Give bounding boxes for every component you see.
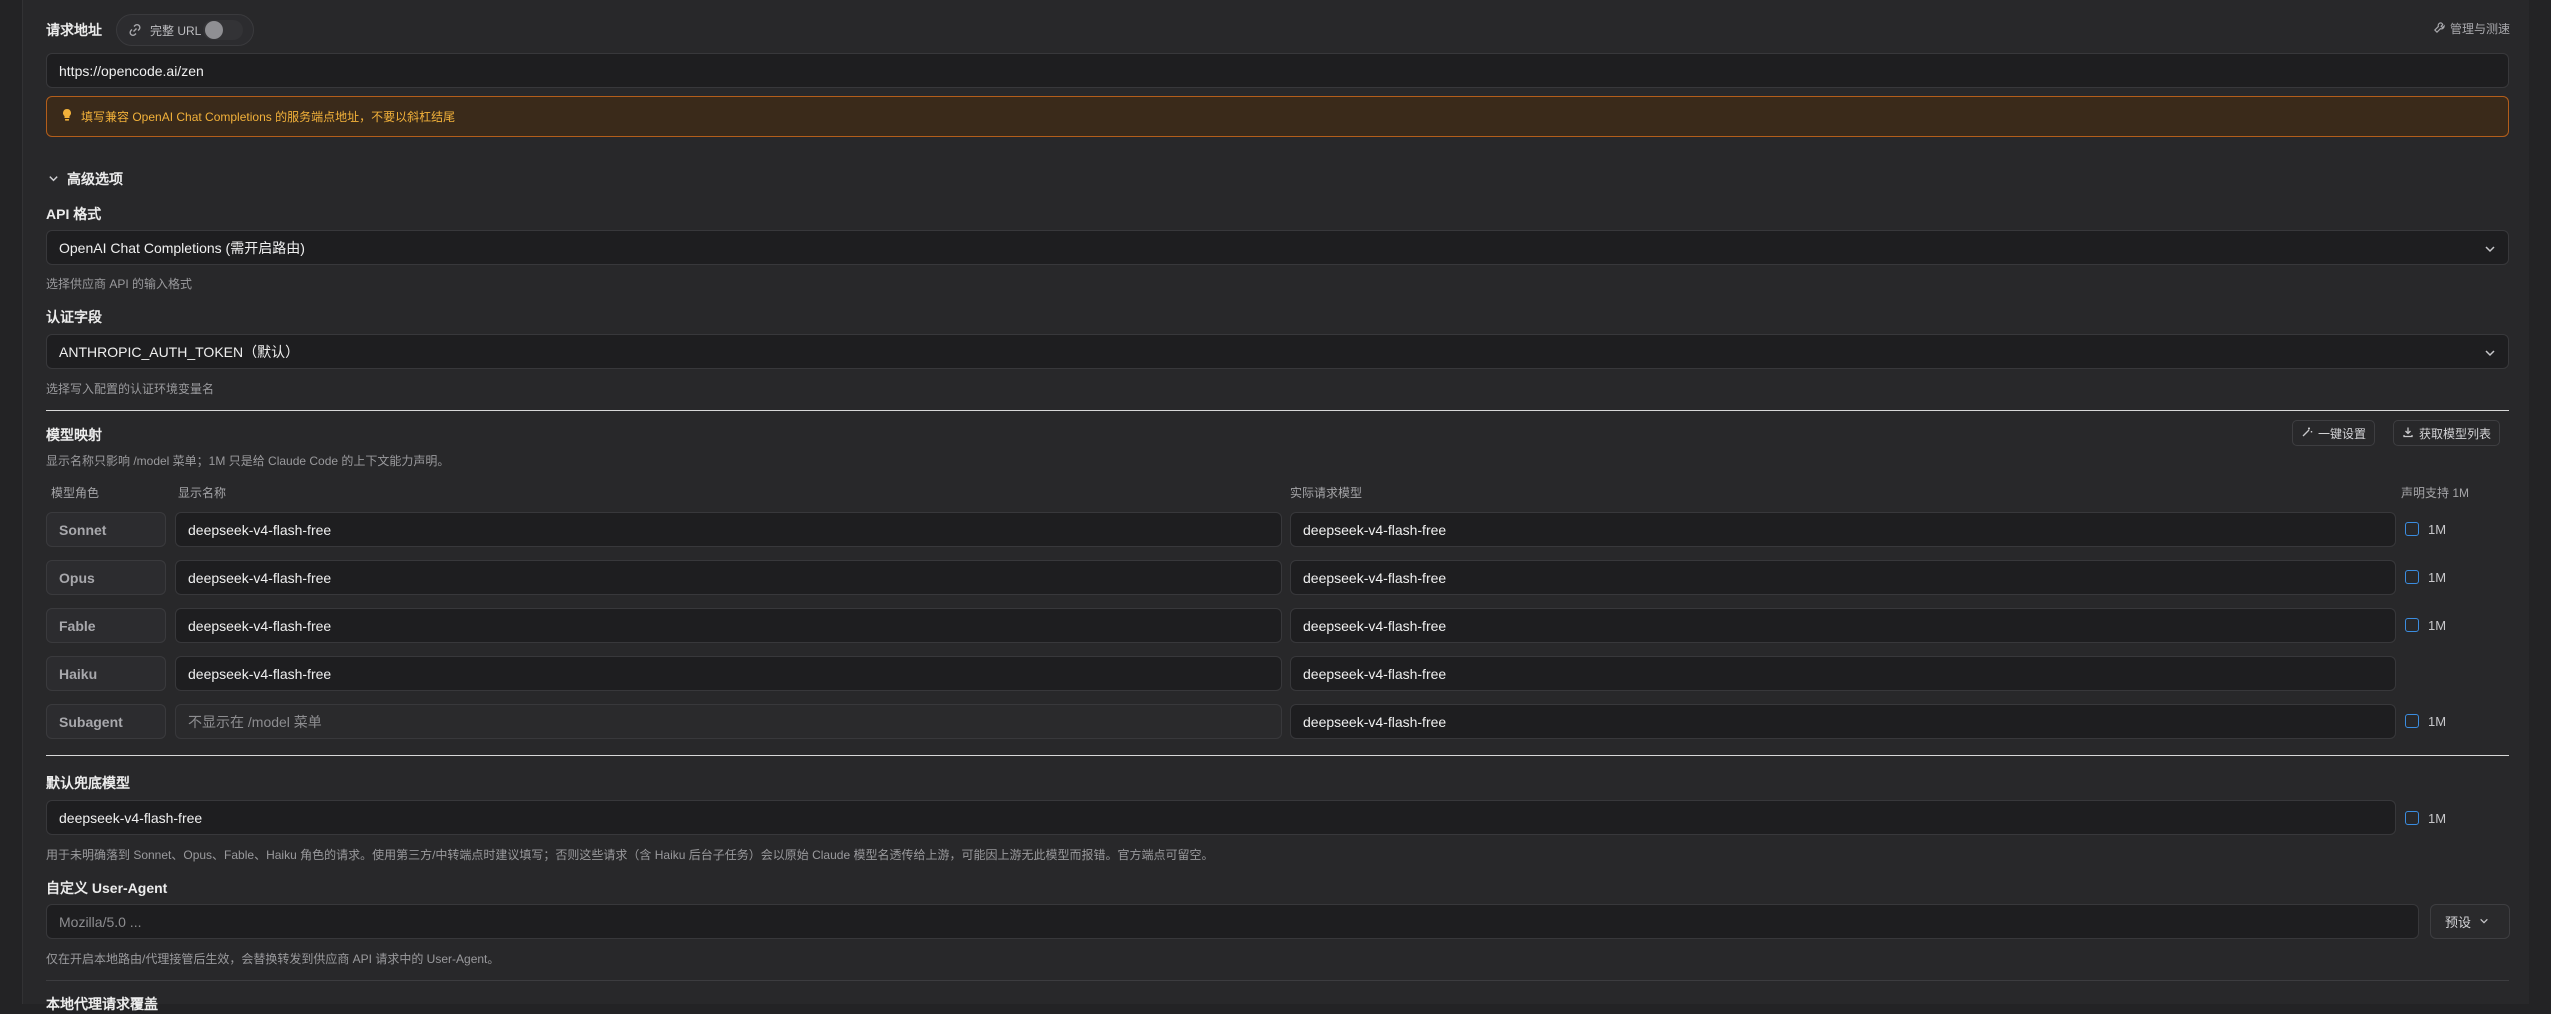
role-opus: Opus bbox=[46, 560, 166, 595]
model-mapping-hint: 显示名称只影响 /model 菜单；1M 只是给 Claude Code 的上下… bbox=[46, 454, 450, 468]
auth-field-select[interactable]: ANTHROPIC_AUTH_TOKEN（默认） bbox=[46, 334, 2509, 369]
api-format-select[interactable]: OpenAI Chat Completions (需开启路由) bbox=[46, 230, 2509, 265]
fetch-model-list-label: 获取模型列表 bbox=[2419, 426, 2492, 441]
link-icon bbox=[127, 22, 143, 38]
manage-label: 管理与测速 bbox=[2449, 22, 2510, 36]
url-warning-banner: 填写兼容 OpenAI Chat Completions 的服务端点地址，不要以… bbox=[46, 96, 2509, 137]
user-agent-hint: 仅在开启本地路由/代理接管后生效，会替换转发到供应商 API 请求中的 User… bbox=[46, 952, 500, 966]
support-1m-label: 1M bbox=[2428, 522, 2447, 537]
full-url-label: 完整 URL bbox=[150, 24, 202, 38]
chevron-down-icon bbox=[48, 171, 59, 187]
support-1m-checkbox[interactable] bbox=[2405, 618, 2419, 632]
support-1m-label: 1M bbox=[2428, 714, 2447, 729]
role-haiku: Haiku bbox=[46, 656, 166, 691]
auth-field-hint: 选择写入配置的认证环境变量名 bbox=[46, 382, 215, 396]
request-url-input[interactable]: https://opencode.ai/zen bbox=[46, 53, 2509, 88]
section-divider bbox=[46, 755, 2509, 756]
chevron-down-icon bbox=[2484, 346, 2496, 358]
section-divider bbox=[46, 980, 2509, 981]
preset-label: 预设 bbox=[2445, 915, 2472, 930]
role-fable: Fable bbox=[46, 608, 166, 643]
api-format-hint: 选择供应商 API 的输入格式 bbox=[46, 277, 193, 291]
api-format-value: OpenAI Chat Completions (需开启路由) bbox=[59, 239, 305, 256]
advanced-options-toggle[interactable]: 高级选项 bbox=[48, 169, 123, 189]
fallback-support-1m-checkbox[interactable] bbox=[2405, 811, 2419, 825]
one-click-setup-button[interactable]: 一键设置 bbox=[2292, 420, 2376, 446]
role-subagent: Subagent bbox=[46, 704, 166, 739]
warning-text: 填写兼容 OpenAI Chat Completions 的服务端点地址，不要以… bbox=[81, 110, 456, 124]
actual-model-input[interactable]: deepseek-v4-flash-free bbox=[1290, 704, 2396, 739]
fallback-model-hint: 用于未明确落到 Sonnet、Opus、Fable、Haiku 角色的请求。使用… bbox=[46, 848, 1214, 862]
fetch-model-list-button[interactable]: 获取模型列表 bbox=[2393, 420, 2501, 446]
full-url-switch[interactable] bbox=[203, 20, 243, 40]
support-1m-label: 1M bbox=[2428, 570, 2447, 585]
display-name-input-disabled: 不显示在 /model 菜单 bbox=[175, 704, 1282, 739]
user-agent-label: 自定义 User-Agent bbox=[46, 880, 168, 896]
display-name-input[interactable]: deepseek-v4-flash-free bbox=[175, 608, 1282, 643]
auth-field-label: 认证字段 bbox=[46, 309, 102, 325]
actual-model-input[interactable]: deepseek-v4-flash-free bbox=[1290, 608, 2396, 643]
full-url-toggle[interactable]: 完整 URL bbox=[116, 14, 254, 46]
one-click-setup-label: 一键设置 bbox=[2318, 426, 2367, 441]
actual-model-input[interactable]: deepseek-v4-flash-free bbox=[1290, 656, 2396, 691]
actual-model-input[interactable]: deepseek-v4-flash-free bbox=[1290, 560, 2396, 595]
col-actual-model: 实际请求模型 bbox=[1290, 486, 1363, 500]
wrench-icon bbox=[2433, 21, 2446, 37]
advanced-options-title: 高级选项 bbox=[67, 171, 123, 187]
col-role: 模型角色 bbox=[51, 486, 100, 500]
local-proxy-override-label: 本地代理请求覆盖 bbox=[46, 996, 158, 1012]
auth-field-value: ANTHROPIC_AUTH_TOKEN（默认） bbox=[59, 343, 300, 360]
support-1m-checkbox[interactable] bbox=[2405, 714, 2419, 728]
role-sonnet: Sonnet bbox=[46, 512, 166, 547]
display-name-input[interactable]: deepseek-v4-flash-free bbox=[175, 512, 1282, 547]
user-agent-input[interactable]: Mozilla/5.0 ... bbox=[46, 904, 2419, 939]
switch-knob bbox=[205, 21, 223, 39]
support-1m-checkbox[interactable] bbox=[2405, 570, 2419, 584]
manage-speedtest-link[interactable]: 管理与测速 bbox=[2433, 20, 2510, 37]
user-agent-preset-dropdown[interactable]: 预设 bbox=[2430, 904, 2510, 939]
magic-wand-icon bbox=[2301, 426, 2313, 441]
support-1m-checkbox[interactable] bbox=[2405, 522, 2419, 536]
lightbulb-icon bbox=[61, 108, 73, 125]
download-icon bbox=[2402, 426, 2414, 441]
section-divider bbox=[46, 410, 2509, 411]
model-mapping-title: 模型映射 bbox=[46, 427, 102, 443]
request-url-label: 请求地址 bbox=[46, 22, 102, 38]
display-name-input[interactable]: deepseek-v4-flash-free bbox=[175, 560, 1282, 595]
display-name-input[interactable]: deepseek-v4-flash-free bbox=[175, 656, 1282, 691]
col-display-name: 显示名称 bbox=[178, 486, 227, 500]
actual-model-input[interactable]: deepseek-v4-flash-free bbox=[1290, 512, 2396, 547]
api-format-label: API 格式 bbox=[46, 206, 102, 222]
chevron-down-icon bbox=[2479, 914, 2489, 929]
fallback-support-1m-label: 1M bbox=[2428, 811, 2447, 826]
fallback-model-label: 默认兜底模型 bbox=[46, 775, 130, 791]
support-1m-label: 1M bbox=[2428, 618, 2447, 633]
col-support-1m: 声明支持 1M bbox=[2401, 486, 2470, 500]
chevron-down-icon bbox=[2484, 242, 2496, 254]
fallback-model-input[interactable]: deepseek-v4-flash-free bbox=[46, 800, 2396, 835]
